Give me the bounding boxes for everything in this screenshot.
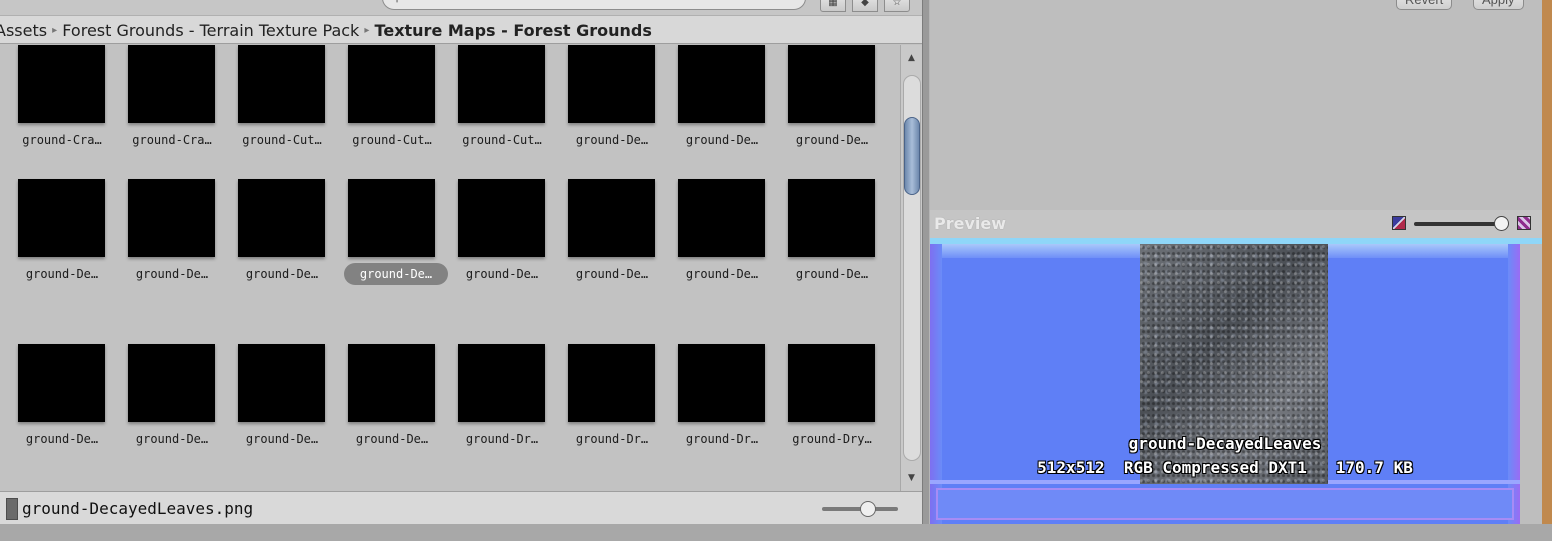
small-mip-icon[interactable]	[1392, 216, 1406, 230]
favorites-button[interactable]: ◆	[852, 0, 878, 12]
asset-label[interactable]: ground-De…	[782, 129, 882, 151]
asset-label[interactable]: ground-De…	[342, 428, 442, 450]
scroll-thumb[interactable]	[904, 117, 920, 195]
texture-preview: ground-DecayedLeaves 512x512 RGB Compres…	[930, 238, 1542, 524]
asset-label[interactable]: ground-De…	[344, 263, 448, 285]
asset-thumbnail[interactable]	[18, 179, 105, 257]
filter-by-type-icon: ▦	[828, 0, 838, 8]
scroll-up-icon[interactable]: ▲	[901, 49, 922, 67]
asset-thumbnail[interactable]	[568, 45, 655, 123]
asset-label[interactable]: ground-Cut…	[342, 129, 442, 151]
asset-label[interactable]: ground-De…	[562, 129, 662, 151]
slider-rail	[1414, 222, 1504, 226]
asset-label[interactable]: ground-De…	[452, 263, 552, 285]
asset-thumbnail[interactable]	[458, 179, 545, 257]
panel-splitter[interactable]	[922, 0, 930, 524]
asset-thumbnail[interactable]	[458, 45, 545, 123]
inspector-panel: Revert Apply Preview ground-DecayedLeave…	[930, 0, 1542, 524]
slider-knob[interactable]	[1494, 216, 1509, 231]
breadcrumb: Assets ▸ Forest Grounds - Terrain Textur…	[0, 16, 922, 44]
asset-thumbnail[interactable]	[128, 45, 215, 123]
asset-thumbnail[interactable]	[678, 344, 765, 422]
mip-level-slider[interactable]	[1414, 216, 1510, 232]
filter-by-type-button[interactable]: ▦	[820, 0, 846, 12]
asset-label[interactable]: ground-De…	[782, 263, 882, 285]
asset-grid: ground-Cra… ground-Cra… ground-Cut… ground-…	[0, 45, 900, 492]
thumbnail-size-slider[interactable]	[822, 501, 898, 517]
asset-label[interactable]: ground-De…	[122, 428, 222, 450]
status-bar: ground-DecayedLeaves.png	[0, 491, 922, 524]
asset-thumbnail[interactable]	[238, 179, 325, 257]
scroll-down-icon[interactable]: ▼	[901, 469, 922, 487]
asset-thumbnail[interactable]	[18, 344, 105, 422]
selected-asset-path: ground-DecayedLeaves.png	[22, 499, 254, 518]
window-bottom-edge	[0, 524, 1552, 541]
asset-label[interactable]: ground-De…	[672, 129, 772, 151]
asset-thumbnail[interactable]	[788, 45, 875, 123]
breadcrumb-item-assets[interactable]: Assets	[0, 21, 47, 40]
asset-thumbnail[interactable]	[678, 45, 765, 123]
asset-thumbnail[interactable]	[788, 344, 875, 422]
asset-label[interactable]: ground-De…	[12, 428, 112, 450]
vertical-scrollbar[interactable]: ▲ ▼	[900, 45, 922, 491]
search-field[interactable]: ⚲	[382, 0, 806, 10]
asset-thumbnail[interactable]	[348, 344, 435, 422]
star-button[interactable]: ☆	[884, 0, 910, 12]
asset-label[interactable]: ground-De…	[232, 263, 332, 285]
preview-header: Preview	[930, 210, 1542, 238]
breadcrumb-item-forest-grounds[interactable]: Forest Grounds - Terrain Texture Pack	[62, 21, 359, 40]
project-browser: ⚲ ▦ ◆ ☆ Assets ▸ Forest Grounds - Terrai…	[0, 0, 922, 524]
window-edge	[1542, 0, 1552, 524]
asset-label[interactable]: ground-De…	[232, 428, 332, 450]
asset-thumbnail[interactable]	[458, 344, 545, 422]
asset-label[interactable]: ground-Cra…	[12, 129, 112, 151]
asset-label[interactable]: ground-Dr…	[562, 428, 662, 450]
favorites-icon: ◆	[861, 0, 869, 8]
asset-label[interactable]: ground-Cra…	[122, 129, 222, 151]
search-icon: ⚲	[393, 0, 401, 4]
asset-thumbnail[interactable]	[678, 179, 765, 257]
asset-thumbnail[interactable]	[238, 45, 325, 123]
texture-file-icon	[6, 498, 18, 520]
asset-thumbnail[interactable]	[238, 344, 325, 422]
star-icon: ☆	[892, 0, 902, 8]
large-mip-icon[interactable]	[1517, 216, 1531, 230]
asset-thumbnail[interactable]	[788, 179, 875, 257]
apply-button[interactable]: Apply	[1473, 0, 1524, 10]
asset-thumbnail[interactable]	[128, 179, 215, 257]
asset-label[interactable]: ground-Dr…	[672, 428, 772, 450]
asset-thumbnail[interactable]	[18, 45, 105, 123]
asset-label[interactable]: ground-De…	[672, 263, 772, 285]
preview-asset-info: 512x512 RGB Compressed DXT1 170.7 KB	[1037, 458, 1413, 477]
asset-thumbnail[interactable]	[348, 179, 435, 257]
asset-label[interactable]: ground-De…	[122, 263, 222, 285]
asset-label[interactable]: ground-Dry…	[782, 428, 882, 450]
asset-label[interactable]: ground-Cut…	[452, 129, 552, 151]
asset-thumbnail[interactable]	[568, 344, 655, 422]
asset-label[interactable]: ground-Dr…	[452, 428, 552, 450]
breadcrumb-separator-icon: ▸	[52, 25, 58, 36]
asset-thumbnail[interactable]	[568, 179, 655, 257]
asset-thumbnail[interactable]	[348, 45, 435, 123]
asset-label[interactable]: ground-Cut…	[232, 129, 332, 151]
asset-label[interactable]: ground-De…	[12, 263, 112, 285]
asset-label[interactable]: ground-De…	[562, 263, 662, 285]
preview-title: Preview	[934, 214, 1007, 233]
breadcrumb-separator-icon: ▸	[364, 25, 370, 36]
slider-knob[interactable]	[860, 501, 876, 517]
preview-asset-name: ground-DecayedLeaves	[1128, 434, 1322, 453]
project-toolbar: ⚲ ▦ ◆ ☆	[0, 0, 922, 16]
asset-thumbnail[interactable]	[128, 344, 215, 422]
revert-button[interactable]: Revert	[1396, 0, 1453, 10]
breadcrumb-item-texture-maps[interactable]: Texture Maps - Forest Grounds	[375, 21, 652, 40]
